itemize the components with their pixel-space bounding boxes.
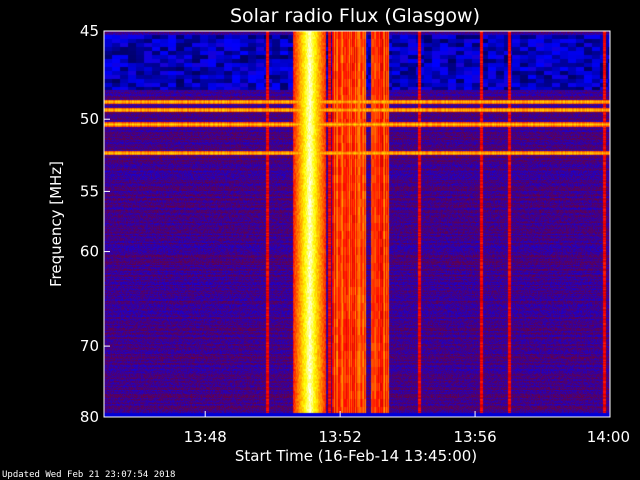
x-tick-label: 13:56 xyxy=(453,428,496,446)
spectrogram-image xyxy=(104,31,610,417)
heatmap-layer xyxy=(104,31,610,417)
y-tick-label: 50 xyxy=(80,110,99,128)
x-tick-label: 13:52 xyxy=(319,428,362,446)
chart-title: Solar radio Flux (Glasgow) xyxy=(230,5,480,27)
plot-area xyxy=(103,30,611,418)
y-tick-label: 80 xyxy=(80,408,99,426)
spectrogram-chart: Solar radio Flux (Glasgow) 455055607080 … xyxy=(0,0,640,480)
x-axis-label: Start Time (16-Feb-14 13:45:00) xyxy=(235,447,477,465)
y-tick-label: 45 xyxy=(80,22,99,40)
x-tick-label: 14:00 xyxy=(587,428,630,446)
y-tick-label: 55 xyxy=(80,182,99,200)
y-tick-label: 70 xyxy=(80,337,99,355)
updated-timestamp: Updated Wed Feb 21 23:07:54 2018 xyxy=(2,470,175,480)
x-tick-label: 13:48 xyxy=(184,428,227,446)
y-tick-label: 60 xyxy=(80,243,99,261)
y-axis-label: Frequency [MHz] xyxy=(47,161,65,287)
